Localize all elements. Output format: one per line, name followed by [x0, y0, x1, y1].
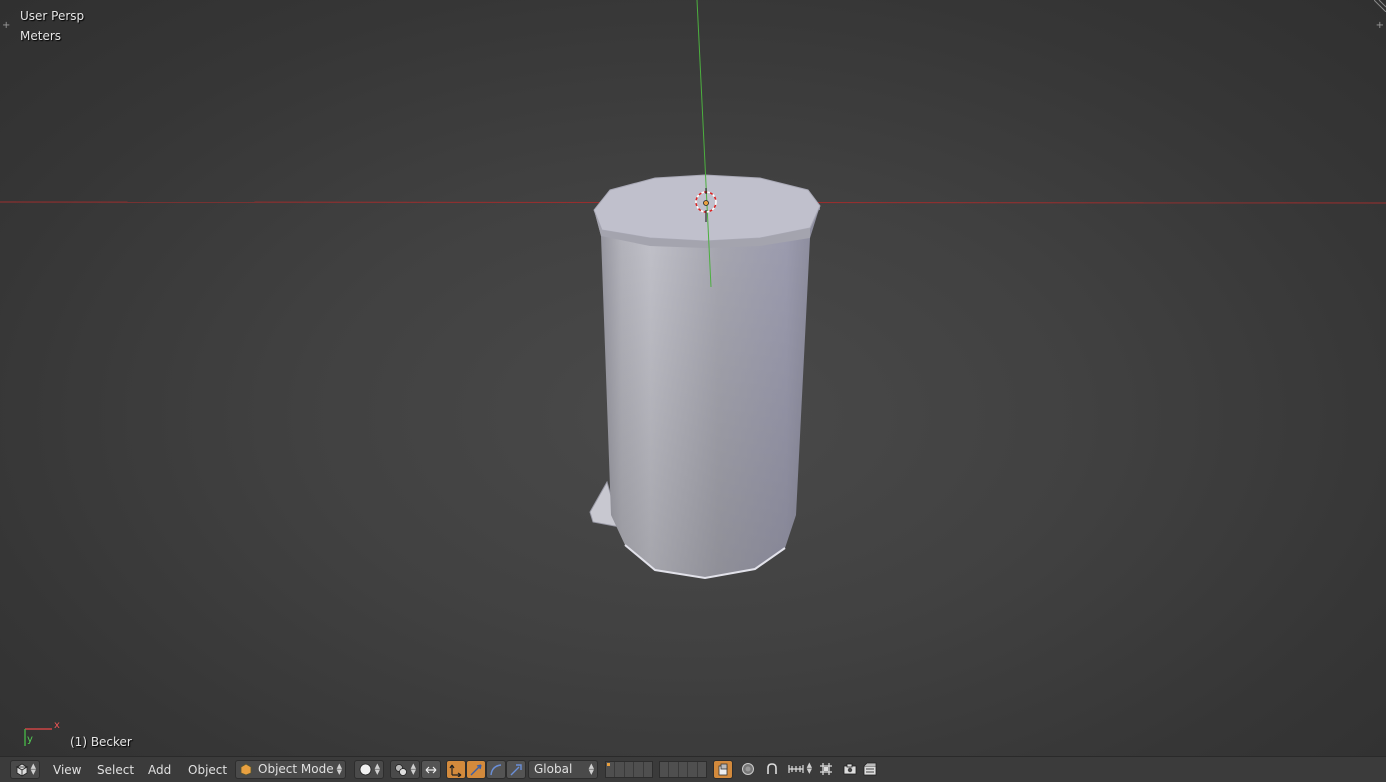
editor-type-icon: [15, 763, 29, 777]
layer-9[interactable]: [688, 762, 698, 777]
layer-grid-2[interactable]: [659, 761, 707, 778]
menu-add[interactable]: Add: [148, 763, 171, 777]
layer-1[interactable]: [606, 762, 616, 777]
mode-label: Object Mode: [258, 762, 334, 776]
pivot-point-selector[interactable]: ▲ ▼: [390, 760, 420, 779]
opengl-render-icon: [843, 763, 857, 775]
opengl-anim-button[interactable]: [860, 760, 880, 779]
object-mode-icon: [240, 763, 252, 776]
viewport-shading-icon: [359, 763, 372, 776]
manipulator-axis-icon: [510, 764, 522, 776]
translate-icon: [449, 764, 462, 777]
axis-y-label: y: [27, 734, 33, 745]
proportional-edit-icon: [742, 763, 754, 775]
manipulator-icon: [425, 766, 437, 774]
snap-target-selector[interactable]: [816, 760, 836, 779]
translate-manipulator-button[interactable]: [446, 760, 466, 779]
layer-6[interactable]: [660, 762, 670, 777]
mode-selector[interactable]: Object Mode ▲ ▼: [235, 760, 346, 779]
viewport-header: ▲ ▼ View Select Add Object Object Mode ▲ ▼…: [0, 756, 1386, 782]
snap-element-selector[interactable]: ▲ ▼: [786, 760, 812, 779]
transform-orientation-toggle[interactable]: [506, 760, 526, 779]
layer-8[interactable]: [679, 762, 689, 777]
snap-target-icon: [788, 765, 804, 773]
menu-object[interactable]: Object: [188, 763, 227, 777]
layer-2[interactable]: [615, 762, 625, 777]
proportional-edit-selector[interactable]: [738, 760, 758, 779]
layer-5[interactable]: [644, 762, 652, 777]
menu-view[interactable]: View: [53, 763, 81, 777]
lock-camera-layers-button[interactable]: [713, 760, 733, 779]
pivot-point-icon: [395, 764, 407, 776]
scale-manipulator-button[interactable]: [486, 760, 506, 779]
menu-select[interactable]: Select: [97, 763, 134, 777]
opengl-anim-icon: [863, 762, 877, 776]
snap-grid-icon: [820, 763, 832, 775]
lock-icon: [718, 763, 728, 776]
layer-3[interactable]: [625, 762, 635, 777]
layer-grid-1[interactable]: [605, 761, 653, 778]
rotate-icon: [470, 764, 482, 776]
layer-7[interactable]: [669, 762, 679, 777]
layer-10[interactable]: [698, 762, 706, 777]
scene-canvas[interactable]: [0, 0, 1386, 756]
orientation-label: Global: [534, 762, 573, 776]
snap-icon: [767, 763, 777, 774]
viewport-shading-selector[interactable]: ▲ ▼: [354, 760, 384, 779]
editor-type-selector[interactable]: ▲ ▼: [10, 760, 40, 779]
transform-orientation-selector[interactable]: Global ▲ ▼: [528, 760, 598, 779]
scale-icon: [490, 764, 502, 776]
axis-x-label: x: [54, 720, 60, 731]
rotate-manipulator-button[interactable]: [466, 760, 486, 779]
layer-4[interactable]: [634, 762, 644, 777]
snap-toggle[interactable]: [762, 760, 782, 779]
manipulator-toggle[interactable]: [421, 760, 441, 779]
opengl-render-button[interactable]: [840, 760, 860, 779]
active-object-info: (1) Becker: [70, 735, 132, 749]
axis-gizmo: x y: [24, 720, 60, 746]
3d-viewport[interactable]: User Persp Meters + + x y (1) Becker: [0, 0, 1386, 756]
